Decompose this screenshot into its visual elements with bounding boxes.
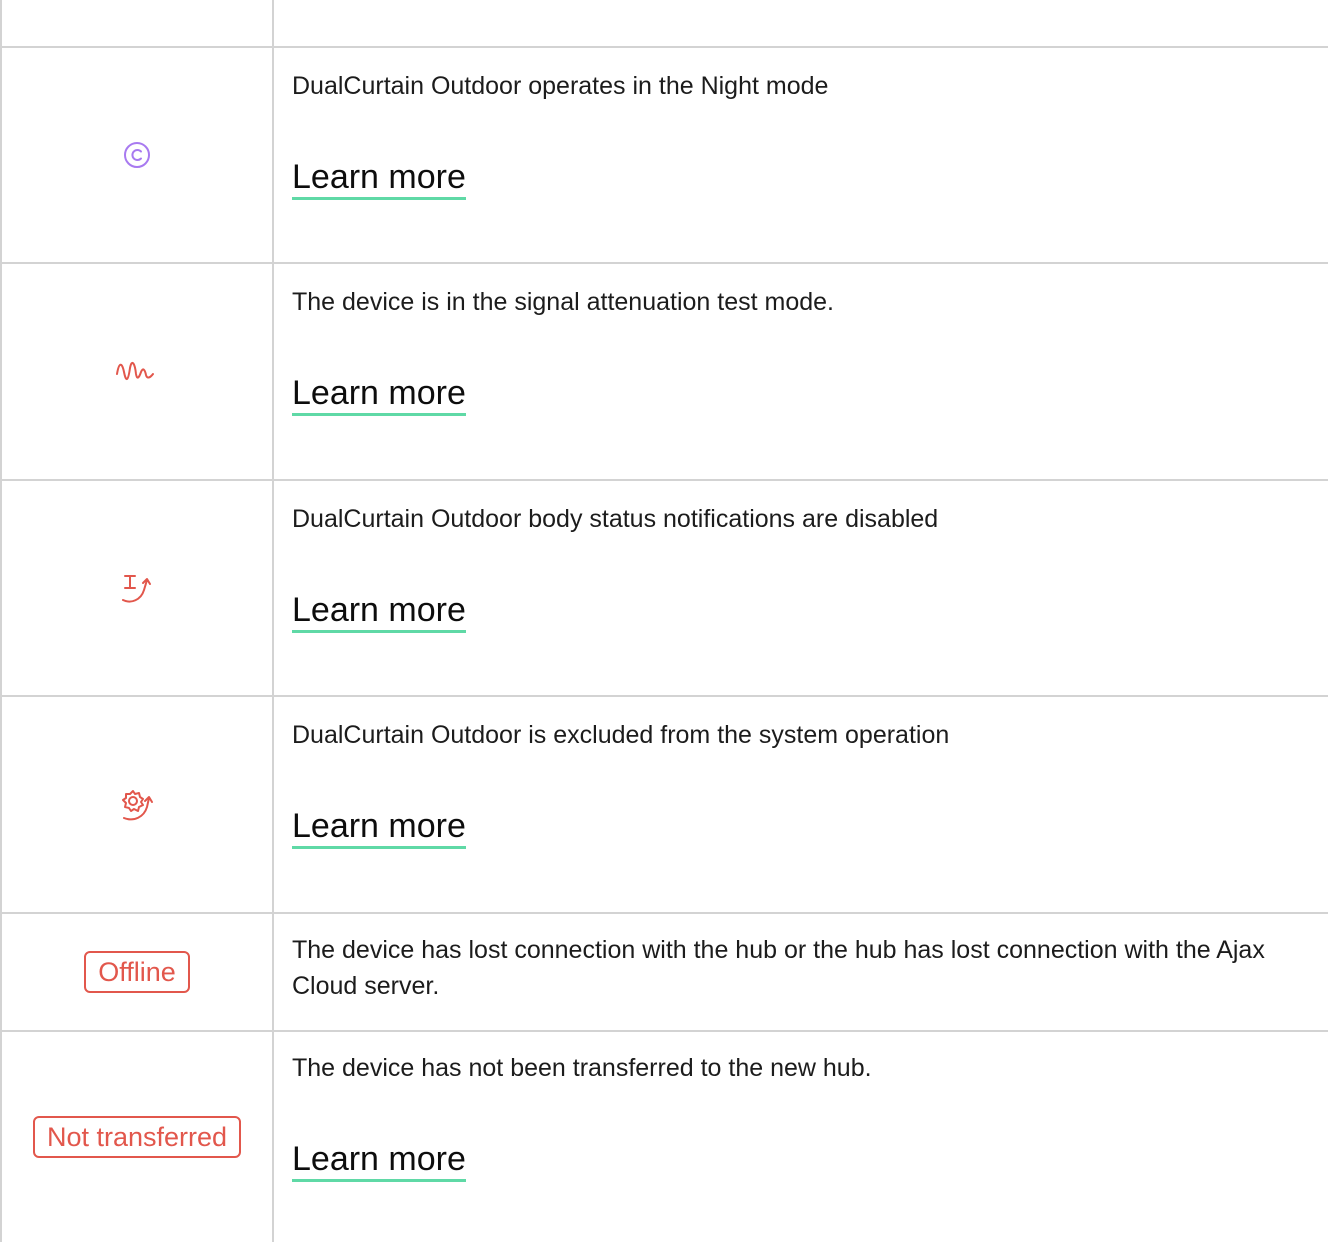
learn-more-link[interactable]: Learn more: [292, 157, 466, 200]
table-row: The device is in the signal attenuation …: [2, 264, 1328, 479]
table-row: DualCurtain Outdoor is excluded from the…: [2, 697, 1328, 912]
row-description: DualCurtain Outdoor body status notifica…: [292, 505, 939, 533]
not-transferred-badge: Not transferred: [32, 1116, 242, 1158]
table-row: Not transferred The device has not been …: [2, 1032, 1328, 1242]
learn-more-link[interactable]: Learn more: [292, 1139, 466, 1182]
row-description: The device is in the signal attenuation …: [292, 288, 834, 316]
table-row: Offline The device has lost connection w…: [2, 914, 1328, 1030]
learn-more-link[interactable]: Learn more: [292, 373, 466, 416]
offline-badge: Offline: [84, 951, 190, 993]
row-description: DualCurtain Outdoor is excluded from the…: [292, 721, 950, 749]
night-mode-icon: [122, 140, 152, 170]
row-description: DualCurtain Outdoor operates in the Nigh…: [292, 72, 829, 100]
signal-attenuation-icon: [114, 360, 160, 384]
learn-more-link[interactable]: Learn more: [292, 806, 466, 849]
body-notifications-disabled-icon: [117, 570, 157, 606]
table-row: DualCurtain Outdoor operates in the Nigh…: [2, 48, 1328, 262]
table-row: DualCurtain Outdoor body status notifica…: [2, 481, 1328, 695]
row-description: The device has lost connection with the …: [292, 936, 1265, 1000]
status-table: DualCurtain Outdoor operates in the Nigh…: [0, 0, 1328, 1242]
excluded-from-system-icon: [116, 787, 158, 823]
row-description: The device has not been transferred to t…: [292, 1054, 872, 1082]
learn-more-link[interactable]: Learn more: [292, 590, 466, 633]
